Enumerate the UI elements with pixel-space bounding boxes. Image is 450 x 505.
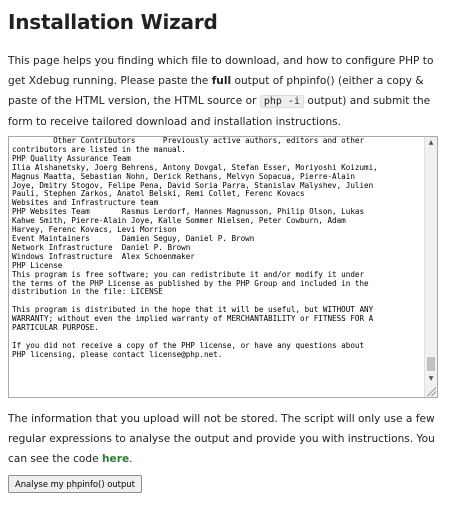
phpinfo-textarea-container: Other Contributors Previously active aut… bbox=[8, 136, 438, 398]
page-title: Installation Wizard bbox=[8, 10, 218, 34]
scrollbar-thumb[interactable] bbox=[427, 357, 435, 371]
intro-bold-full: full bbox=[211, 75, 232, 87]
intro-paragraph: This page helps you finding which file t… bbox=[8, 51, 440, 132]
analyse-phpinfo-button[interactable]: Analyse my phpinfo() output bbox=[8, 475, 142, 493]
code-here-link[interactable]: here bbox=[102, 453, 129, 465]
outro-paragraph: The information that you upload will not… bbox=[8, 409, 440, 469]
intro-code-php-i: php -i bbox=[259, 95, 304, 108]
textarea-scrollbar[interactable]: ▲ ▼ bbox=[424, 137, 437, 397]
phpinfo-textarea[interactable]: Other Contributors Previously active aut… bbox=[9, 137, 423, 397]
outro-end: . bbox=[129, 453, 133, 465]
arrow-down-icon[interactable]: ▼ bbox=[425, 373, 437, 385]
outro-text: The information that you upload will not… bbox=[8, 413, 435, 465]
resize-grip-icon[interactable] bbox=[426, 386, 436, 396]
arrow-up-icon[interactable]: ▲ bbox=[425, 137, 437, 149]
